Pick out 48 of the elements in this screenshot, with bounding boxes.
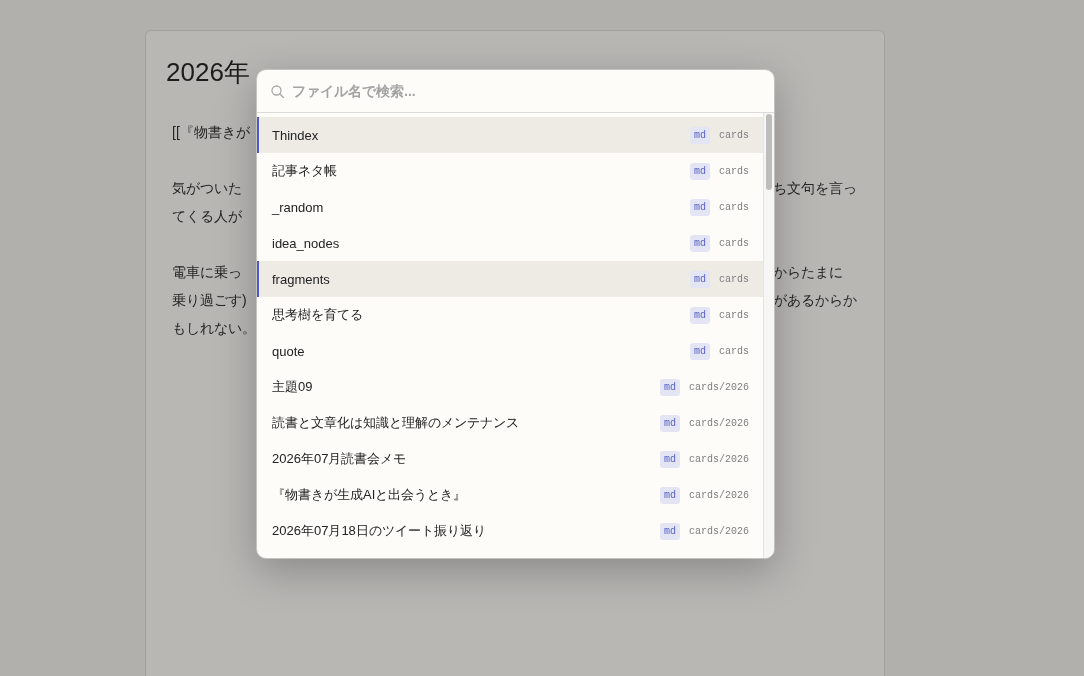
scrollbar-track[interactable]	[763, 113, 774, 558]
file-list-item[interactable]: 主題09 md cards/2026	[257, 369, 763, 405]
file-type-tag: md	[659, 486, 680, 504]
file-list-item[interactable]: fragments md cards	[257, 261, 763, 297]
file-type-tag: md	[689, 198, 710, 216]
file-list-item[interactable]: idea_nodes md cards	[257, 225, 763, 261]
folder-path: cards	[719, 309, 749, 321]
file-list-item[interactable]: 読書と文章化は知識と理解のメンテナンス md cards/2026	[257, 405, 763, 441]
paragraph-text: もしれない。	[172, 320, 256, 338]
paragraph-text: てくる人が	[172, 208, 242, 226]
folder-path: cards/2026	[689, 417, 749, 429]
file-list-item[interactable]: Thindex md cards	[257, 117, 763, 153]
file-type-tag: md	[659, 378, 680, 396]
folder-path: cards	[719, 201, 749, 213]
folder-path: cards/2026	[689, 489, 749, 501]
file-list-item[interactable]: 記事ネタ帳 md cards	[257, 153, 763, 189]
scrollbar-thumb[interactable]	[766, 114, 772, 190]
file-type-tag: md	[689, 162, 710, 180]
file-type-tag: md	[659, 414, 680, 432]
file-list-item[interactable]: _random md cards	[257, 189, 763, 225]
file-type-tag: md	[689, 126, 710, 144]
paragraph-text: 気がついた	[172, 180, 242, 198]
folder-path: cards/2026	[689, 453, 749, 465]
file-type-tag: md	[689, 270, 710, 288]
folder-path: cards/2026	[689, 525, 749, 537]
file-list-item[interactable]: 2026年07月読書会メモ md cards/2026	[257, 441, 763, 477]
folder-path: cards	[719, 129, 749, 141]
folder-path: cards/2026	[689, 381, 749, 393]
file-list-item[interactable]: 『物書きが生成AIと出会うとき』 md cards/2026	[257, 477, 763, 513]
file-type-tag: md	[659, 450, 680, 468]
file-type-tag: md	[689, 306, 710, 324]
search-icon	[271, 84, 284, 98]
folder-path: cards	[719, 237, 749, 249]
file-type-tag: md	[659, 522, 680, 540]
document-title: 2026年	[166, 57, 250, 88]
paragraph-text: ち文句を言っ	[773, 180, 857, 198]
file-list-item[interactable]: 思考樹を育てる md cards	[257, 297, 763, 333]
paragraph-text: [[『物書きが	[172, 124, 250, 142]
folder-path: cards	[719, 345, 749, 357]
paragraph-text: 乗り過ごす)	[172, 292, 247, 310]
folder-path: cards	[719, 165, 749, 177]
file-type-tag: md	[689, 234, 710, 252]
folder-path: cards	[719, 273, 749, 285]
paragraph-text: 電車に乗っ	[172, 264, 242, 282]
file-type-tag: md	[689, 342, 710, 360]
file-list-item[interactable]: 2026年07月18日のツイート振り返り md cards/2026	[257, 513, 763, 549]
file-list-item[interactable]: quote md cards	[257, 333, 763, 369]
search-field[interactable]: ファイル名で検索...	[292, 81, 760, 101]
